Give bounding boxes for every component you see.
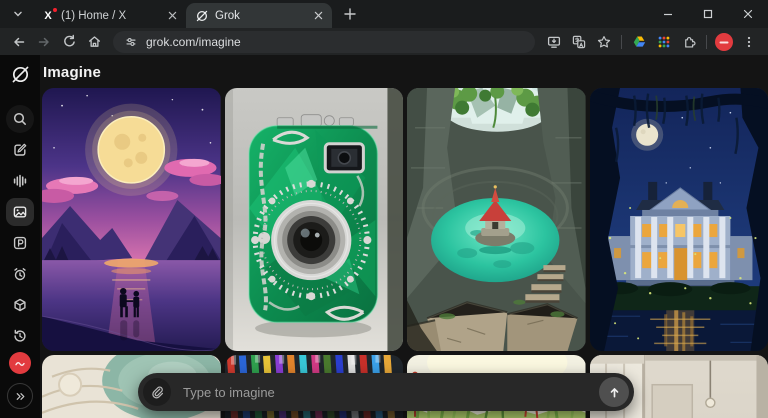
tab-close-button[interactable] — [311, 9, 325, 23]
maximize-button[interactable] — [688, 0, 728, 28]
page-content: Imagine — [0, 55, 768, 418]
avatar-mark-icon — [13, 356, 27, 370]
image-gallery — [42, 88, 768, 418]
grok-sidebar — [0, 55, 40, 418]
alarm-clock-icon — [12, 266, 28, 282]
translate-button[interactable] — [567, 30, 591, 54]
toolbar-divider — [706, 35, 707, 49]
user-avatar[interactable] — [9, 352, 31, 374]
sidebar-footer — [7, 352, 33, 409]
home-button[interactable] — [82, 30, 106, 54]
close-icon — [168, 11, 177, 20]
close-icon — [314, 11, 323, 20]
gallery-image-mansion-night[interactable] — [590, 88, 768, 351]
x-favicon: X — [41, 9, 55, 23]
extensions-button[interactable] — [677, 30, 701, 54]
search-icon — [12, 111, 28, 127]
profile-avatar[interactable] — [715, 33, 733, 51]
tab-strip: X (1) Home / X Grok — [0, 0, 768, 28]
arrow-up-icon — [607, 385, 622, 400]
reload-icon — [62, 34, 77, 49]
paperclip-icon — [150, 385, 164, 399]
minimize-icon — [663, 9, 673, 19]
grid-extension-button[interactable] — [652, 30, 676, 54]
site-info-icon — [124, 35, 138, 49]
history-icon — [12, 328, 28, 344]
project-doc-icon — [12, 235, 28, 251]
minimize-button[interactable] — [648, 0, 688, 28]
sidebar-item-history[interactable] — [6, 322, 34, 350]
translate-icon — [571, 34, 587, 50]
browser-window: X (1) Home / X Grok — [0, 0, 768, 418]
grok-logo[interactable] — [10, 64, 31, 90]
gallery-image-moonlit-couple[interactable] — [42, 88, 221, 351]
avatar-mark-icon — [718, 36, 730, 48]
install-app-icon — [546, 34, 562, 50]
sidebar-item-imagine[interactable] — [6, 198, 34, 226]
gallery-image-cenote-shrine[interactable] — [407, 88, 586, 351]
tab-home-x[interactable]: X (1) Home / X — [32, 3, 186, 28]
imagine-input[interactable] — [171, 385, 599, 400]
drive-extension-button[interactable] — [627, 30, 651, 54]
tab-close-button[interactable] — [165, 9, 179, 23]
sidebar-item-voice[interactable] — [6, 167, 34, 195]
reload-button[interactable] — [57, 30, 81, 54]
browser-menu-button[interactable] — [737, 30, 761, 54]
grid-extension-icon — [657, 35, 671, 49]
tab-search-button[interactable] — [6, 2, 30, 26]
install-app-button[interactable] — [542, 30, 566, 54]
grok-favicon — [195, 9, 209, 23]
double-chevron-right-icon — [14, 390, 27, 403]
forward-button[interactable] — [32, 30, 56, 54]
menu-kebab-icon — [742, 35, 756, 49]
bookmark-star-button[interactable] — [592, 30, 616, 54]
sidebar-expand-button[interactable] — [7, 383, 33, 409]
close-icon — [743, 9, 753, 19]
back-button[interactable] — [7, 30, 31, 54]
url-text: grok.com/imagine — [146, 35, 241, 49]
cube-icon — [12, 297, 28, 313]
sidebar-item-projects[interactable] — [6, 229, 34, 257]
close-window-button[interactable] — [728, 0, 768, 28]
tab-grok[interactable]: Grok — [186, 3, 332, 28]
page-title: Imagine — [43, 64, 768, 81]
forward-icon — [36, 34, 52, 50]
browser-toolbar: grok.com/imagine — [0, 28, 768, 55]
sidebar-item-tasks[interactable] — [6, 260, 34, 288]
toolbar-divider — [621, 35, 622, 49]
maximize-icon — [703, 9, 713, 19]
window-controls — [648, 0, 768, 28]
sidebar-item-compose[interactable] — [6, 136, 34, 164]
back-icon — [11, 34, 27, 50]
tab-title: (1) Home / X — [61, 10, 159, 22]
gallery-image-emerald-camera[interactable] — [225, 88, 404, 351]
address-bar[interactable]: grok.com/imagine — [113, 31, 535, 53]
plus-icon — [344, 8, 356, 20]
chevron-down-icon — [11, 7, 25, 21]
home-icon — [87, 34, 102, 49]
new-tab-button[interactable] — [338, 2, 362, 26]
imagine-page: Imagine — [40, 55, 768, 418]
sidebar-item-models[interactable] — [6, 291, 34, 319]
imagine-composer — [138, 373, 634, 411]
drive-extension-icon — [632, 34, 647, 49]
submit-button[interactable] — [599, 377, 629, 407]
attach-button[interactable] — [143, 378, 171, 406]
sidebar-item-search[interactable] — [6, 105, 34, 133]
extensions-icon — [682, 34, 697, 49]
voice-waveform-icon — [12, 173, 28, 189]
bookmark-star-icon — [596, 34, 612, 50]
tab-title: Grok — [215, 10, 305, 22]
image-icon — [12, 204, 28, 220]
compose-icon — [12, 142, 28, 158]
